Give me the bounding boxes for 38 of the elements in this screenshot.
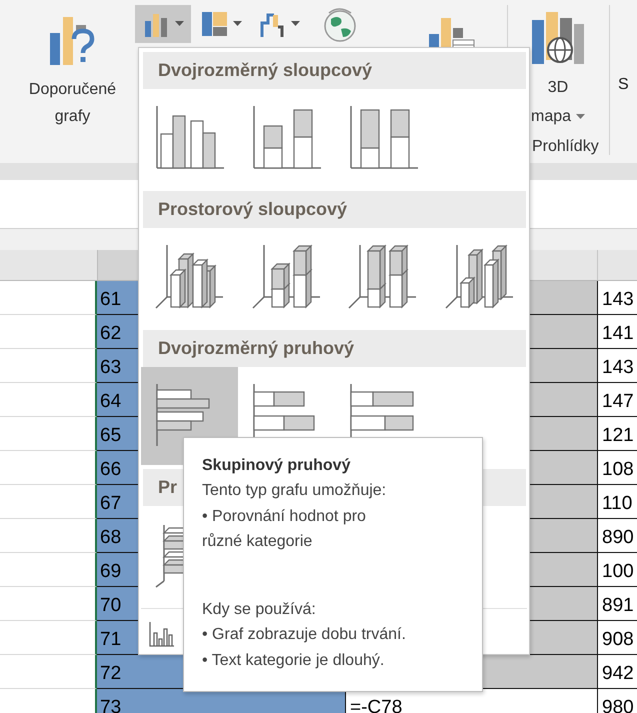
table-cell: 73 <box>97 689 345 713</box>
column-chart-icon <box>149 621 175 647</box>
group-label: Prohlídky <box>532 138 599 156</box>
recommended-charts-button[interactable]: Doporučené grafy <box>10 0 135 130</box>
section-header: Prostorový sloupcový <box>143 191 526 228</box>
table-cell: 121 <box>597 417 637 451</box>
table-cell: 141 <box>597 315 637 349</box>
table-cell: 143 <box>597 349 637 383</box>
caret-icon <box>175 21 184 27</box>
column-chart-icon <box>250 104 322 172</box>
treemap-chart-icon <box>201 11 229 37</box>
globe-icon <box>323 7 357 43</box>
caret-icon <box>576 114 586 120</box>
column-chart-icon <box>154 104 226 172</box>
column-chart-button[interactable] <box>135 5 191 43</box>
column-chart-icon <box>346 243 418 311</box>
table-cell: 942 <box>597 655 637 689</box>
column-chart-icon <box>442 243 515 311</box>
table-cell: 891 <box>597 587 637 621</box>
table-cell: 908 <box>597 621 637 655</box>
section-header: Dvojrozměrný sloupcový <box>143 52 526 89</box>
table-cell: 143 <box>597 281 637 315</box>
tooltip-text: Kdy se používá: <box>202 600 317 620</box>
table-cell: 147 <box>597 383 637 417</box>
column-chart-icon <box>348 104 420 172</box>
table-cell: 108 <box>597 451 637 485</box>
ribbon-label: S <box>618 76 629 94</box>
caret-icon <box>233 21 242 27</box>
column-chart-icon <box>153 243 226 311</box>
caret-icon <box>291 21 300 27</box>
column-chart-icon <box>250 243 322 311</box>
table-cell: 890 <box>597 519 637 553</box>
table-cell: 100 <box>597 553 637 587</box>
chart-question-icon <box>50 17 96 65</box>
table-cell: 110 <box>597 485 637 519</box>
tooltip-text: různé kategorie <box>202 532 314 552</box>
3d-map-icon <box>530 12 586 64</box>
section-header: Dvojrozměrný pruhový <box>143 330 526 367</box>
